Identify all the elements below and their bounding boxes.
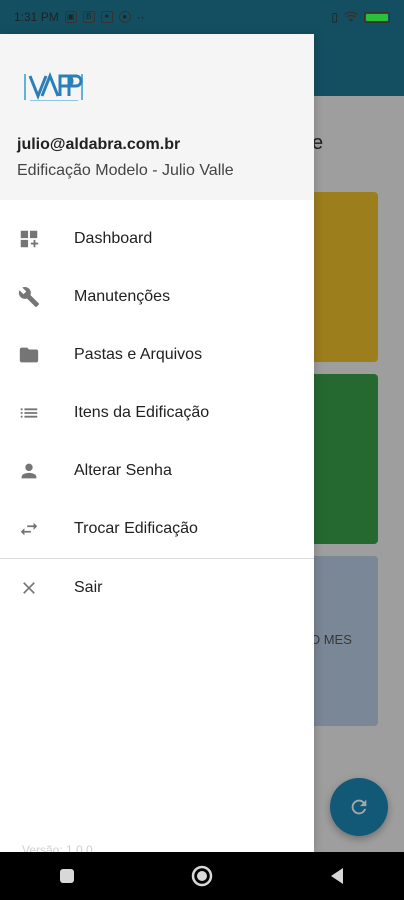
app-logo (24, 72, 83, 101)
swap-icon (17, 517, 41, 541)
menu-item-trocar-edificacao[interactable]: Trocar Edificação (0, 500, 314, 558)
menu-item-itens[interactable]: Itens da Edificação (0, 384, 314, 442)
menu-label: Dashboard (74, 230, 153, 247)
menu-item-manutencoes[interactable]: Manutenções (0, 268, 314, 326)
more-icon: ·· (136, 10, 145, 24)
navigation-drawer: julio@aldabra.com.br Edificação Modelo -… (0, 34, 314, 857)
status-bar: 1:31 PM ▣ B ✦ ● ·· ▯ (0, 0, 404, 34)
clock: 1:31 PM (14, 10, 59, 24)
vibrate-icon: ▯ (331, 10, 338, 24)
menu-item-pastas[interactable]: Pastas e Arquivos (0, 326, 314, 384)
person-icon (17, 459, 41, 483)
folder-icon (17, 343, 41, 367)
home-icon (191, 865, 213, 887)
home-button[interactable] (182, 856, 222, 896)
system-navigation-bar (0, 852, 404, 900)
recents-button[interactable] (47, 856, 87, 896)
menu-label: Sair (74, 579, 103, 596)
photo-icon: ▣ (64, 11, 77, 23)
drawer-header: julio@aldabra.com.br Edificação Modelo -… (0, 34, 314, 200)
menu-label: Trocar Edificação (74, 520, 198, 537)
menu-item-sair[interactable]: Sair (0, 559, 314, 617)
bbc-icon: B (82, 11, 95, 23)
menu-label: Itens da Edificação (74, 404, 210, 421)
menu-item-alterar-senha[interactable]: Alterar Senha (0, 442, 314, 500)
wrench-icon (17, 285, 41, 309)
app-icon: ✦ (100, 11, 113, 23)
menu-label: Manutenções (74, 288, 171, 305)
close-icon (17, 576, 41, 600)
drawer-menu: Dashboard Manutenções Pastas e Arquivos … (0, 210, 314, 617)
battery-icon (364, 11, 390, 23)
recents-icon (60, 869, 75, 883)
circle-icon: ● (118, 11, 131, 23)
menu-label: Pastas e Arquivos (74, 346, 203, 363)
back-icon (330, 868, 343, 884)
battery-level (366, 13, 388, 21)
account-name: Edificação Modelo - Julio Valle (17, 162, 234, 179)
back-button[interactable] (317, 856, 357, 896)
dashboard-icon (17, 227, 41, 251)
list-icon (17, 401, 41, 425)
menu-item-dashboard[interactable]: Dashboard (0, 210, 314, 268)
wifi-icon (344, 11, 358, 23)
account-email: julio@aldabra.com.br (17, 136, 181, 153)
menu-label: Alterar Senha (74, 462, 172, 479)
